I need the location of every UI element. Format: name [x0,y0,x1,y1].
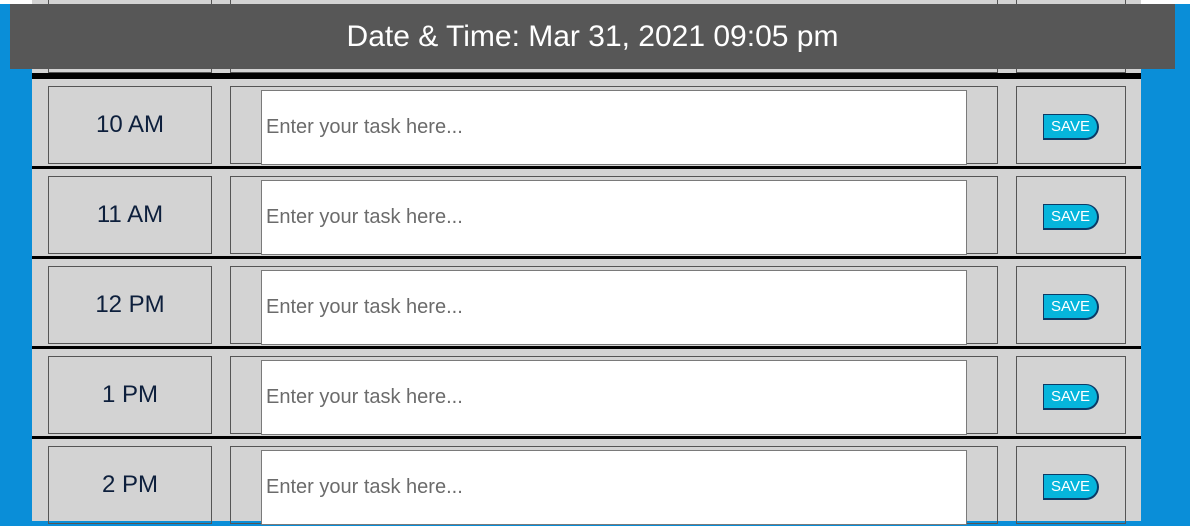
save-button[interactable]: SAVE [1043,114,1099,140]
save-button[interactable]: SAVE [1043,384,1099,410]
planner-container: 10 AM SAVE 11 AM SAVE 12 PM SAVE 1 PM SA [32,0,1141,525]
save-button[interactable]: SAVE [1043,204,1099,230]
time-block-row: 1 PM SAVE [32,346,1141,436]
save-cell: SAVE [1016,176,1126,254]
task-input[interactable] [261,360,967,435]
save-cell: SAVE [1016,266,1126,344]
time-block-row: 11 AM SAVE [32,166,1141,256]
task-input[interactable] [261,450,967,525]
time-block-row: 12 PM SAVE [32,256,1141,346]
hour-label: 2 PM [48,446,212,524]
save-button[interactable]: SAVE [1043,294,1099,320]
save-button[interactable]: SAVE [1043,474,1099,500]
task-input[interactable] [261,270,967,345]
time-block-row: 2 PM SAVE [32,436,1141,526]
save-cell: SAVE [1016,356,1126,434]
date-time-title: Date & Time: Mar 31, 2021 09:05 pm [346,19,839,53]
task-cell [230,356,998,435]
task-cell [230,266,998,345]
hour-label: 11 AM [48,176,212,254]
save-cell: SAVE [1016,86,1126,164]
hour-label: 12 PM [48,266,212,344]
task-cell [230,86,998,165]
task-input[interactable] [261,180,967,255]
time-block-row: 10 AM SAVE [32,76,1141,166]
task-input[interactable] [261,90,967,165]
save-cell: SAVE [1016,446,1126,524]
hour-label: 1 PM [48,356,212,434]
page-header: Date & Time: Mar 31, 2021 09:05 pm [10,4,1175,69]
hour-label: 10 AM [48,86,212,164]
task-cell [230,446,998,525]
task-cell [230,176,998,255]
